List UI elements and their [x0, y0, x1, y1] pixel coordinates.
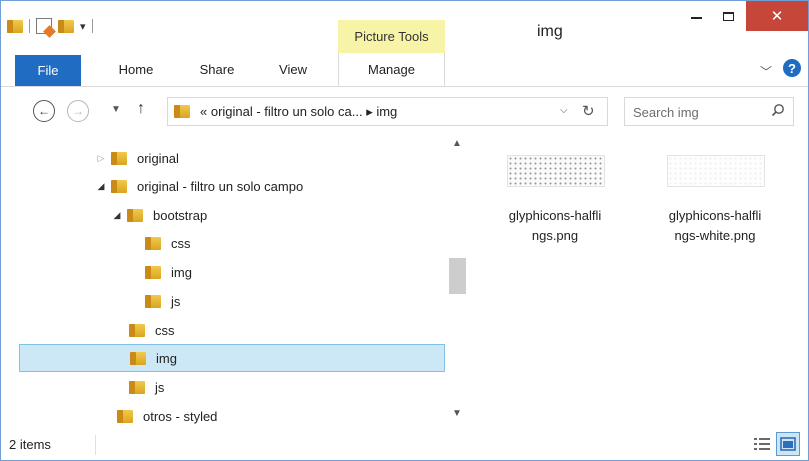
minimize-icon	[690, 17, 702, 19]
tree-item-label: js	[171, 293, 181, 309]
expanded-arrow-icon[interactable]: ◢	[95, 181, 107, 192]
tree-item-label: css	[155, 322, 175, 338]
navigation-pane: ▷ original ◢ original - filtro un solo c…	[1, 136, 467, 428]
folder-icon	[117, 409, 133, 423]
file-item[interactable]: glyphicons-halfli ngs-white.png	[641, 150, 789, 260]
file-item[interactable]: glyphicons-halfli ngs.png	[481, 150, 629, 260]
up-arrow-icon[interactable]: ↑	[137, 100, 145, 118]
window-title: img	[537, 23, 563, 40]
breadcrumb[interactable]: « original - filtro un solo ca... ▸ img	[200, 104, 397, 120]
status-bar: 2 items	[1, 429, 808, 460]
expanded-arrow-icon[interactable]: ◢	[111, 210, 123, 221]
tree-item[interactable]: ◢ original - filtro un solo campo	[17, 172, 445, 200]
tab-manage[interactable]: Manage	[338, 53, 445, 86]
customize-toolbar-icon[interactable]: ▾	[80, 20, 86, 33]
search-icon[interactable]	[771, 103, 785, 117]
folder-icon	[174, 105, 190, 118]
back-button[interactable]: ←	[33, 100, 55, 122]
search-box[interactable]	[624, 97, 794, 126]
folder-icon	[145, 294, 161, 308]
close-button[interactable]: ✕	[746, 1, 808, 31]
picture-tools-context-tab: Picture Tools	[338, 20, 445, 53]
maximize-button[interactable]	[713, 1, 743, 31]
tab-view[interactable]: View	[269, 53, 317, 86]
collapsed-arrow-icon[interactable]: ▷	[95, 153, 107, 164]
folder-icon	[111, 151, 127, 165]
item-count: 2 items	[9, 437, 51, 452]
folder-icon	[127, 208, 143, 222]
large-icons-view-icon[interactable]	[776, 432, 800, 456]
tree-item-label: js	[155, 379, 165, 395]
tree-item-label: img	[156, 350, 177, 366]
minimize-button[interactable]	[681, 1, 711, 31]
tree-item[interactable]: otros - styled	[17, 402, 445, 430]
folder-icon	[129, 323, 145, 337]
tree-item-label: original	[137, 150, 179, 166]
properties-icon[interactable]	[36, 18, 52, 34]
tree-item-label: original - filtro un solo campo	[137, 178, 304, 194]
tree-item-label: img	[171, 264, 192, 280]
tree-item[interactable]: img	[17, 258, 445, 286]
folder-icon	[145, 236, 161, 250]
ribbon-tabs: File Home Share View Manage ﹀ ?	[1, 53, 808, 87]
image-thumbnail	[667, 155, 765, 187]
forward-button[interactable]: →	[67, 100, 89, 122]
folder-icon	[7, 19, 23, 33]
forward-arrow-icon: →	[72, 104, 84, 118]
tree-item-label: bootstrap	[153, 207, 208, 223]
scroll-up-icon[interactable]: ▲	[452, 138, 462, 149]
scroll-down-icon[interactable]: ▼	[452, 408, 462, 419]
explorer-window: ▾ Picture Tools img ✕ File Home Share Vi…	[0, 0, 809, 461]
image-thumbnail	[507, 155, 605, 187]
recent-locations-icon[interactable]: ▼	[111, 104, 121, 115]
qat-separator	[29, 19, 30, 33]
tree-item-label: otros - styled	[143, 408, 218, 424]
address-dropdown-icon[interactable]: ⌵	[560, 105, 568, 116]
file-name: glyphicons-halfli ngs-white.png	[668, 208, 762, 243]
tree-item[interactable]: css	[17, 316, 445, 344]
thumbnail-icon	[780, 437, 796, 451]
content-pane: glyphicons-halfli ngs.png glyphicons-hal…	[471, 136, 808, 428]
search-input[interactable]	[633, 103, 763, 121]
navigation-scrollbar[interactable]: ▲ ▼	[447, 136, 467, 428]
details-view-icon[interactable]	[753, 435, 771, 453]
refresh-icon[interactable]: ↻	[582, 102, 595, 120]
tree-item[interactable]: js	[17, 373, 445, 401]
status-divider	[95, 435, 96, 455]
tab-share[interactable]: Share	[187, 53, 247, 86]
tab-file[interactable]: File	[15, 55, 81, 86]
file-name: glyphicons-halfli ngs.png	[508, 208, 602, 243]
folder-icon	[130, 351, 146, 365]
address-bar[interactable]: « original - filtro un solo ca... ▸ img …	[167, 97, 608, 126]
tree-item[interactable]: css	[17, 229, 445, 257]
folder-icon	[145, 265, 161, 279]
tree-item-selected[interactable]: img	[19, 344, 445, 372]
folder-icon	[129, 380, 145, 394]
quick-access-toolbar: ▾	[7, 11, 93, 41]
scrollbar-thumb[interactable]	[449, 258, 466, 294]
tab-home[interactable]: Home	[111, 53, 161, 86]
title-bar: ▾ Picture Tools img ✕	[1, 1, 808, 57]
close-icon: ✕	[770, 8, 784, 25]
tree-item-label: css	[171, 235, 191, 251]
maximize-icon	[722, 11, 734, 21]
expand-ribbon-icon[interactable]: ﹀	[760, 63, 772, 80]
address-row: ← → ▼ ↑ « original - filtro un solo ca..…	[1, 88, 808, 136]
back-arrow-icon: ←	[38, 104, 50, 118]
tree-item[interactable]: js	[17, 287, 445, 315]
tree-item[interactable]: ▷ original	[17, 144, 445, 172]
tree-item[interactable]: ◢ bootstrap	[17, 201, 445, 229]
new-folder-icon[interactable]	[58, 19, 74, 33]
folder-icon	[111, 179, 127, 193]
help-icon[interactable]: ?	[783, 59, 801, 77]
qat-separator	[91, 19, 93, 33]
